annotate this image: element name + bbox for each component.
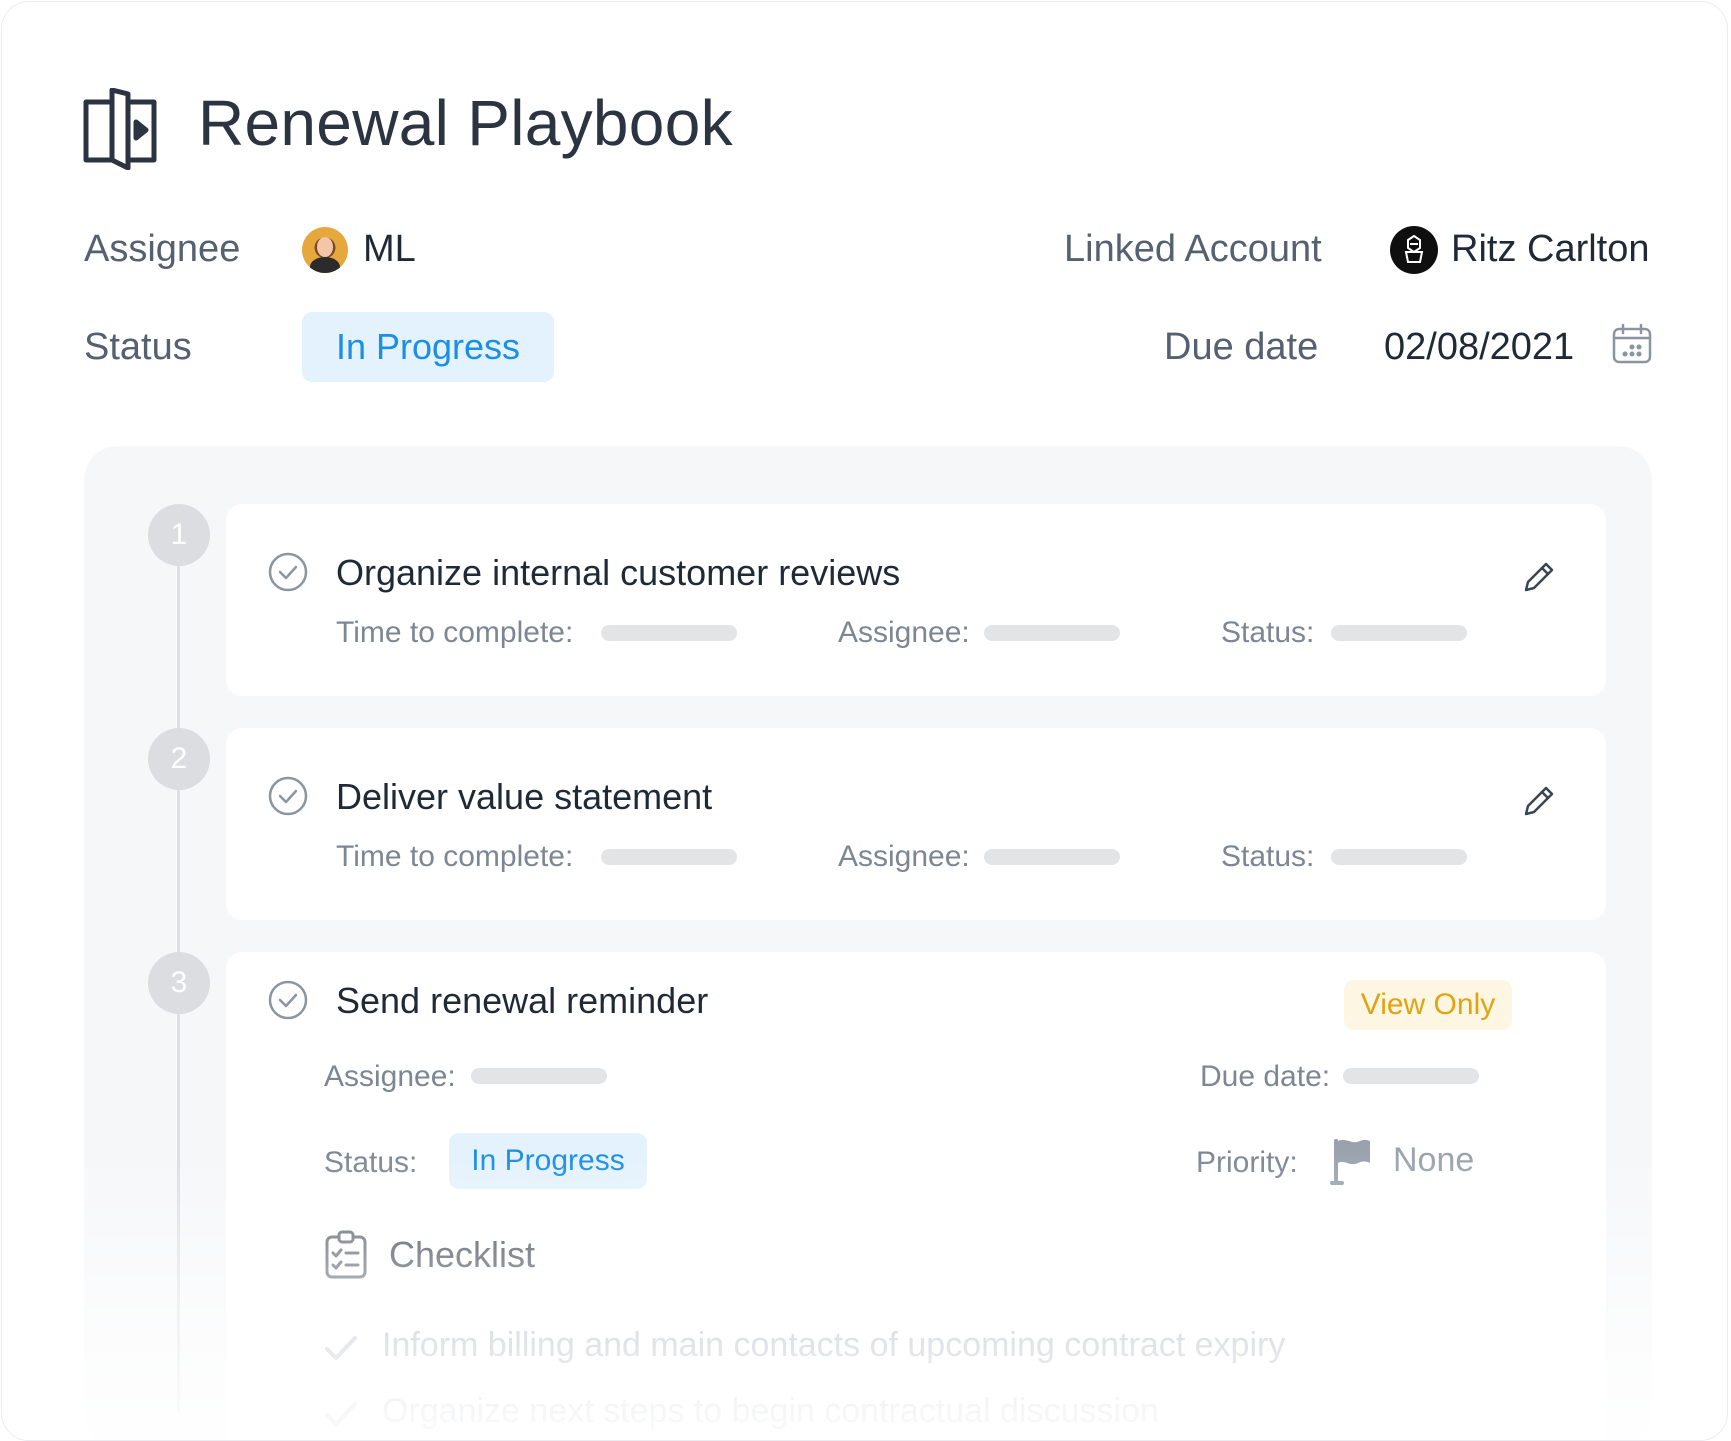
task-title[interactable]: Deliver value statement <box>336 776 712 818</box>
status-badge[interactable]: In Progress <box>302 312 554 382</box>
check-circle-icon[interactable] <box>268 552 308 592</box>
check-circle-icon[interactable] <box>268 980 308 1020</box>
step-number-2: 2 <box>148 728 210 790</box>
assignee-placeholder <box>984 625 1120 641</box>
checklist-title: Checklist <box>389 1234 536 1275</box>
assignee-placeholder <box>471 1068 607 1084</box>
checklist-item[interactable]: Inform billing and main contacts of upco… <box>382 1326 1285 1365</box>
time-to-complete-label: Time to complete: <box>336 616 574 649</box>
flag-icon[interactable] <box>1330 1137 1374 1187</box>
task-title[interactable]: Organize internal customer reviews <box>336 552 900 594</box>
view-only-badge: View Only <box>1344 980 1512 1030</box>
due-date-value[interactable]: 02/08/2021 <box>1384 326 1574 369</box>
check-icon[interactable] <box>324 1334 358 1364</box>
time-to-complete-placeholder <box>601 625 737 641</box>
step-card-2[interactable] <box>226 728 1606 920</box>
priority-value[interactable]: None <box>1393 1141 1474 1180</box>
check-icon[interactable] <box>324 1400 358 1430</box>
due-date-placeholder <box>1343 1068 1479 1084</box>
calendar-icon[interactable] <box>1611 323 1653 365</box>
check-circle-icon[interactable] <box>268 776 308 816</box>
status-placeholder <box>1331 849 1467 865</box>
step-card-1[interactable] <box>226 504 1606 696</box>
due-date-label: Due date <box>1164 326 1319 368</box>
assignee-label: Assignee <box>84 228 241 270</box>
status-placeholder <box>1331 625 1467 641</box>
checklist-icon <box>325 1230 367 1279</box>
assignee-initials[interactable]: ML <box>363 228 416 271</box>
time-to-complete-placeholder <box>601 849 737 865</box>
step-assignee-label: Assignee: <box>324 1060 456 1093</box>
linked-account-label: Linked Account <box>1064 228 1322 270</box>
status-label: Status <box>84 326 192 368</box>
step-status-label: Status: <box>1221 616 1315 649</box>
step-assignee-label: Assignee: <box>838 840 970 873</box>
assignee-placeholder <box>984 849 1120 865</box>
step-status-label: Status: <box>324 1146 418 1179</box>
linked-account-name[interactable]: Ritz Carlton <box>1451 228 1650 271</box>
checklist-item[interactable]: Organize next steps to begin contractual… <box>382 1392 1159 1431</box>
playbook-icon <box>83 88 157 170</box>
playbook-card: Renewal Playbook Assignee ML Linked Acco… <box>1 1 1728 1441</box>
task-title[interactable]: Send renewal reminder <box>336 980 708 1022</box>
step-number-3: 3 <box>148 952 210 1014</box>
avatar[interactable] <box>302 227 348 273</box>
status-badge[interactable]: In Progress <box>449 1133 647 1189</box>
step-assignee-label: Assignee: <box>838 616 970 649</box>
page-title: Renewal Playbook <box>198 87 733 159</box>
time-to-complete-label: Time to complete: <box>336 840 574 873</box>
edit-icon[interactable] <box>1522 784 1556 818</box>
edit-icon[interactable] <box>1522 560 1556 594</box>
step-due-date-label: Due date: <box>1200 1060 1331 1093</box>
account-logo <box>1390 226 1438 274</box>
step-number-1: 1 <box>148 504 210 566</box>
step-status-label: Status: <box>1221 840 1315 873</box>
priority-label: Priority: <box>1196 1146 1298 1179</box>
